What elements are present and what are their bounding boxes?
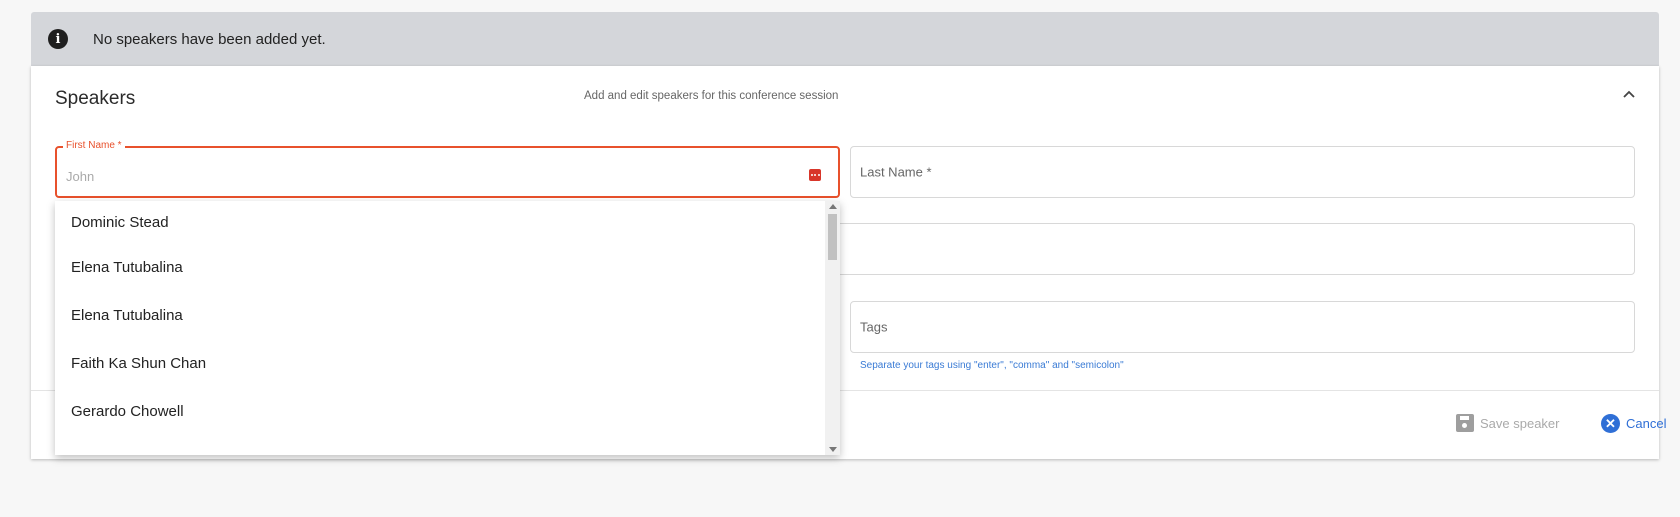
close-circle-icon: ✕ <box>1601 414 1620 433</box>
save-icon <box>1456 414 1474 432</box>
cancel-label: Cancel <box>1626 416 1667 431</box>
autocomplete-option[interactable]: Faith Ka Shun Chan <box>55 339 840 387</box>
save-speaker-label: Save speaker <box>1480 415 1560 431</box>
chevron-up-icon[interactable] <box>1621 86 1637 102</box>
first-name-label: First Name * <box>63 140 125 151</box>
autocomplete-option[interactable]: Elena Tutubalina <box>55 243 840 291</box>
panel-title: Speakers <box>55 88 136 109</box>
scrollbar-thumb[interactable] <box>828 214 837 260</box>
tags-label: Tags <box>860 319 888 335</box>
dropdown-scrollbar[interactable] <box>825 201 840 455</box>
cancel-button[interactable]: ✕ Cancel <box>1601 414 1666 433</box>
first-name-input[interactable] <box>66 169 766 184</box>
save-speaker-button[interactable]: Save speaker <box>1456 414 1560 432</box>
autocomplete-dropdown[interactable]: Dominic Stead Elena Tutubalina Elena Tut… <box>55 201 840 455</box>
first-name-field[interactable]: First Name * <box>55 140 840 198</box>
last-name-label: Last Name * <box>860 164 932 180</box>
panel-subtitle: Add and edit speakers for this conferenc… <box>584 90 839 102</box>
autocomplete-option[interactable]: Dominic Stead <box>55 201 840 243</box>
info-alert: i No speakers have been added yet. <box>31 12 1659 66</box>
scroll-down-icon[interactable] <box>829 447 837 452</box>
autocomplete-option[interactable]: Gerardo Chowell <box>55 387 840 435</box>
autocomplete-option[interactable]: Elena Tutubalina <box>55 291 840 339</box>
scroll-up-icon[interactable] <box>829 204 837 209</box>
alert-message: No speakers have been added yet. <box>93 30 326 48</box>
tags-hint: Separate your tags using "enter", "comma… <box>860 360 1124 371</box>
autofill-icon[interactable] <box>809 169 821 181</box>
tags-field[interactable]: Tags <box>850 301 1635 353</box>
last-name-field[interactable]: Last Name * <box>850 146 1635 198</box>
info-icon: i <box>48 29 68 49</box>
